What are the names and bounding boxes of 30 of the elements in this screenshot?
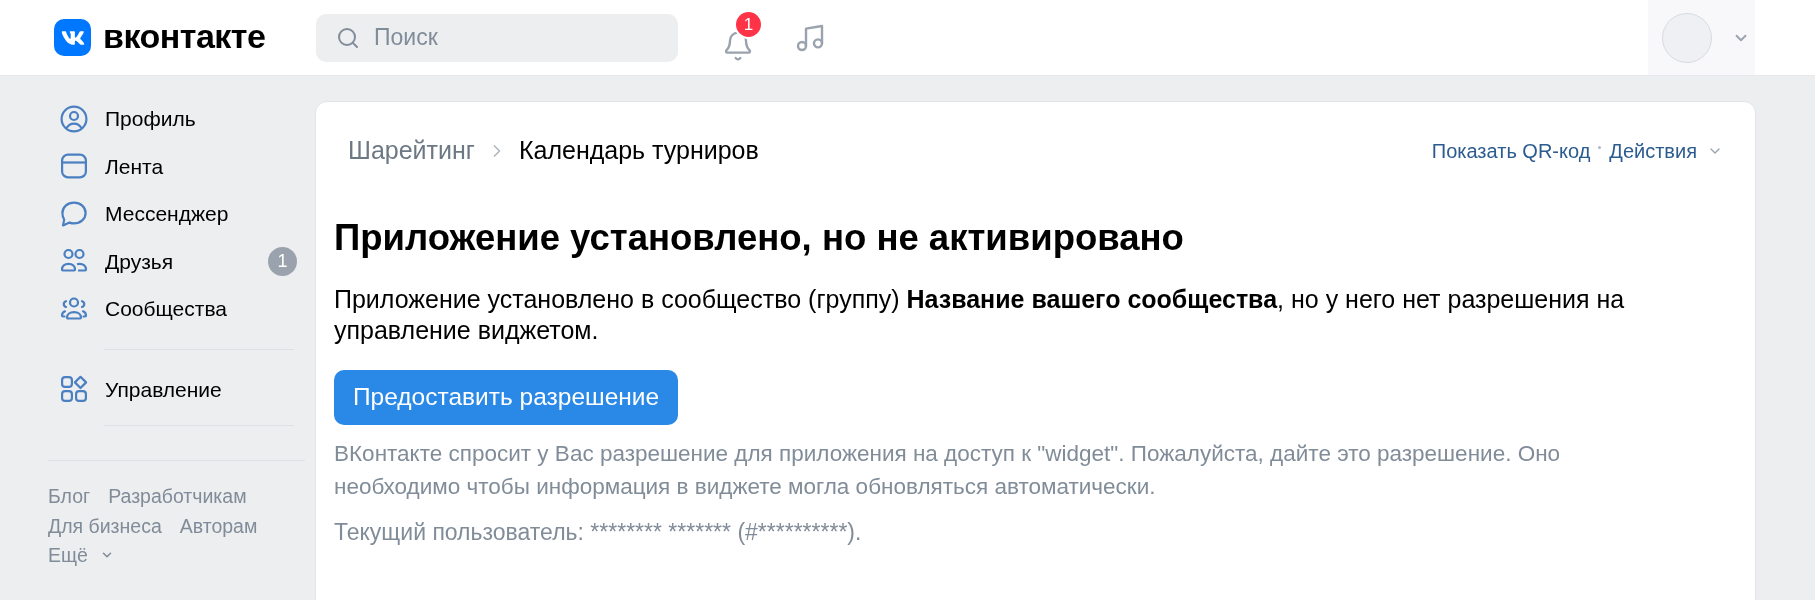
logo-link[interactable]: вконтакте <box>54 19 266 56</box>
bell-icon <box>722 29 754 62</box>
current-user-text: Текущий пользователь: ******** ******* (#**********). <box>334 518 863 547</box>
shapes-grid-icon <box>60 375 88 404</box>
dot-separator-icon <box>1598 145 1602 149</box>
qr-code-link[interactable]: Показать QR-код <box>1431 136 1591 166</box>
chat-bubble-icon <box>60 199 88 228</box>
logo-icon <box>54 19 91 56</box>
sidebar-item[interactable]: Лента <box>48 142 305 190</box>
panel-icon <box>60 152 88 181</box>
actions-menu-button[interactable]: Действия <box>1609 136 1723 166</box>
permission-note: ВКонтакте спросит у Вас разрешение для приложения на доступ к "widget". Пожалуйста, дайте это разрешение. Оно необходимо чтобы информация в виджете могла обновляться автоматически. <box>334 440 1562 501</box>
sidebar-item[interactable]: Друзья <box>48 237 268 285</box>
breadcrumb-link[interactable]: Шарейтинг <box>348 132 475 170</box>
user-circle-icon <box>60 104 88 133</box>
sidebar-item[interactable]: Управление <box>48 365 305 413</box>
sidebar-item[interactable]: Профиль <box>48 95 305 143</box>
notification-badge: 1 <box>734 9 763 39</box>
sidebar-item[interactable]: Мессенджер <box>48 190 305 238</box>
search-icon <box>336 25 360 50</box>
counter-badge: 1 <box>268 246 297 276</box>
avatar-icon <box>1662 12 1712 63</box>
three-people-icon <box>60 294 88 323</box>
search-field[interactable]: Поиск <box>316 13 678 62</box>
page-title: Приложение установлено, но не активировано <box>334 217 1185 259</box>
grant-permission-button[interactable]: Предоставить разрешение <box>334 370 679 425</box>
message-text: Приложение установлено в сообщество (группу) Название вашего сообщества, но у него нет разрешения на управление виджетом. <box>334 284 1626 346</box>
breadcrumb-current: Календарь турниров <box>518 135 759 167</box>
notifications-button[interactable]: 1 <box>718 9 764 66</box>
sidebar-item[interactable]: Сообщества <box>48 285 305 333</box>
